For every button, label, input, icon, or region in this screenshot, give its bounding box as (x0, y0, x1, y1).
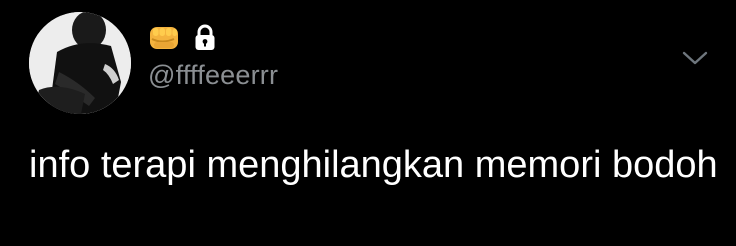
avatar-photo (29, 12, 131, 114)
avatar[interactable] (29, 12, 131, 114)
fist-emoji-icon (148, 23, 180, 53)
tweet-card: @ffffeeerrr info terapi menghilangkan me… (0, 0, 736, 246)
user-handle[interactable]: @ffffeeerrr (148, 60, 278, 91)
tweet-text: info terapi menghilangkan memori bodoh (29, 144, 718, 186)
display-name[interactable] (148, 22, 216, 54)
lock-icon (194, 24, 216, 52)
chevron-down-icon[interactable] (679, 44, 711, 72)
